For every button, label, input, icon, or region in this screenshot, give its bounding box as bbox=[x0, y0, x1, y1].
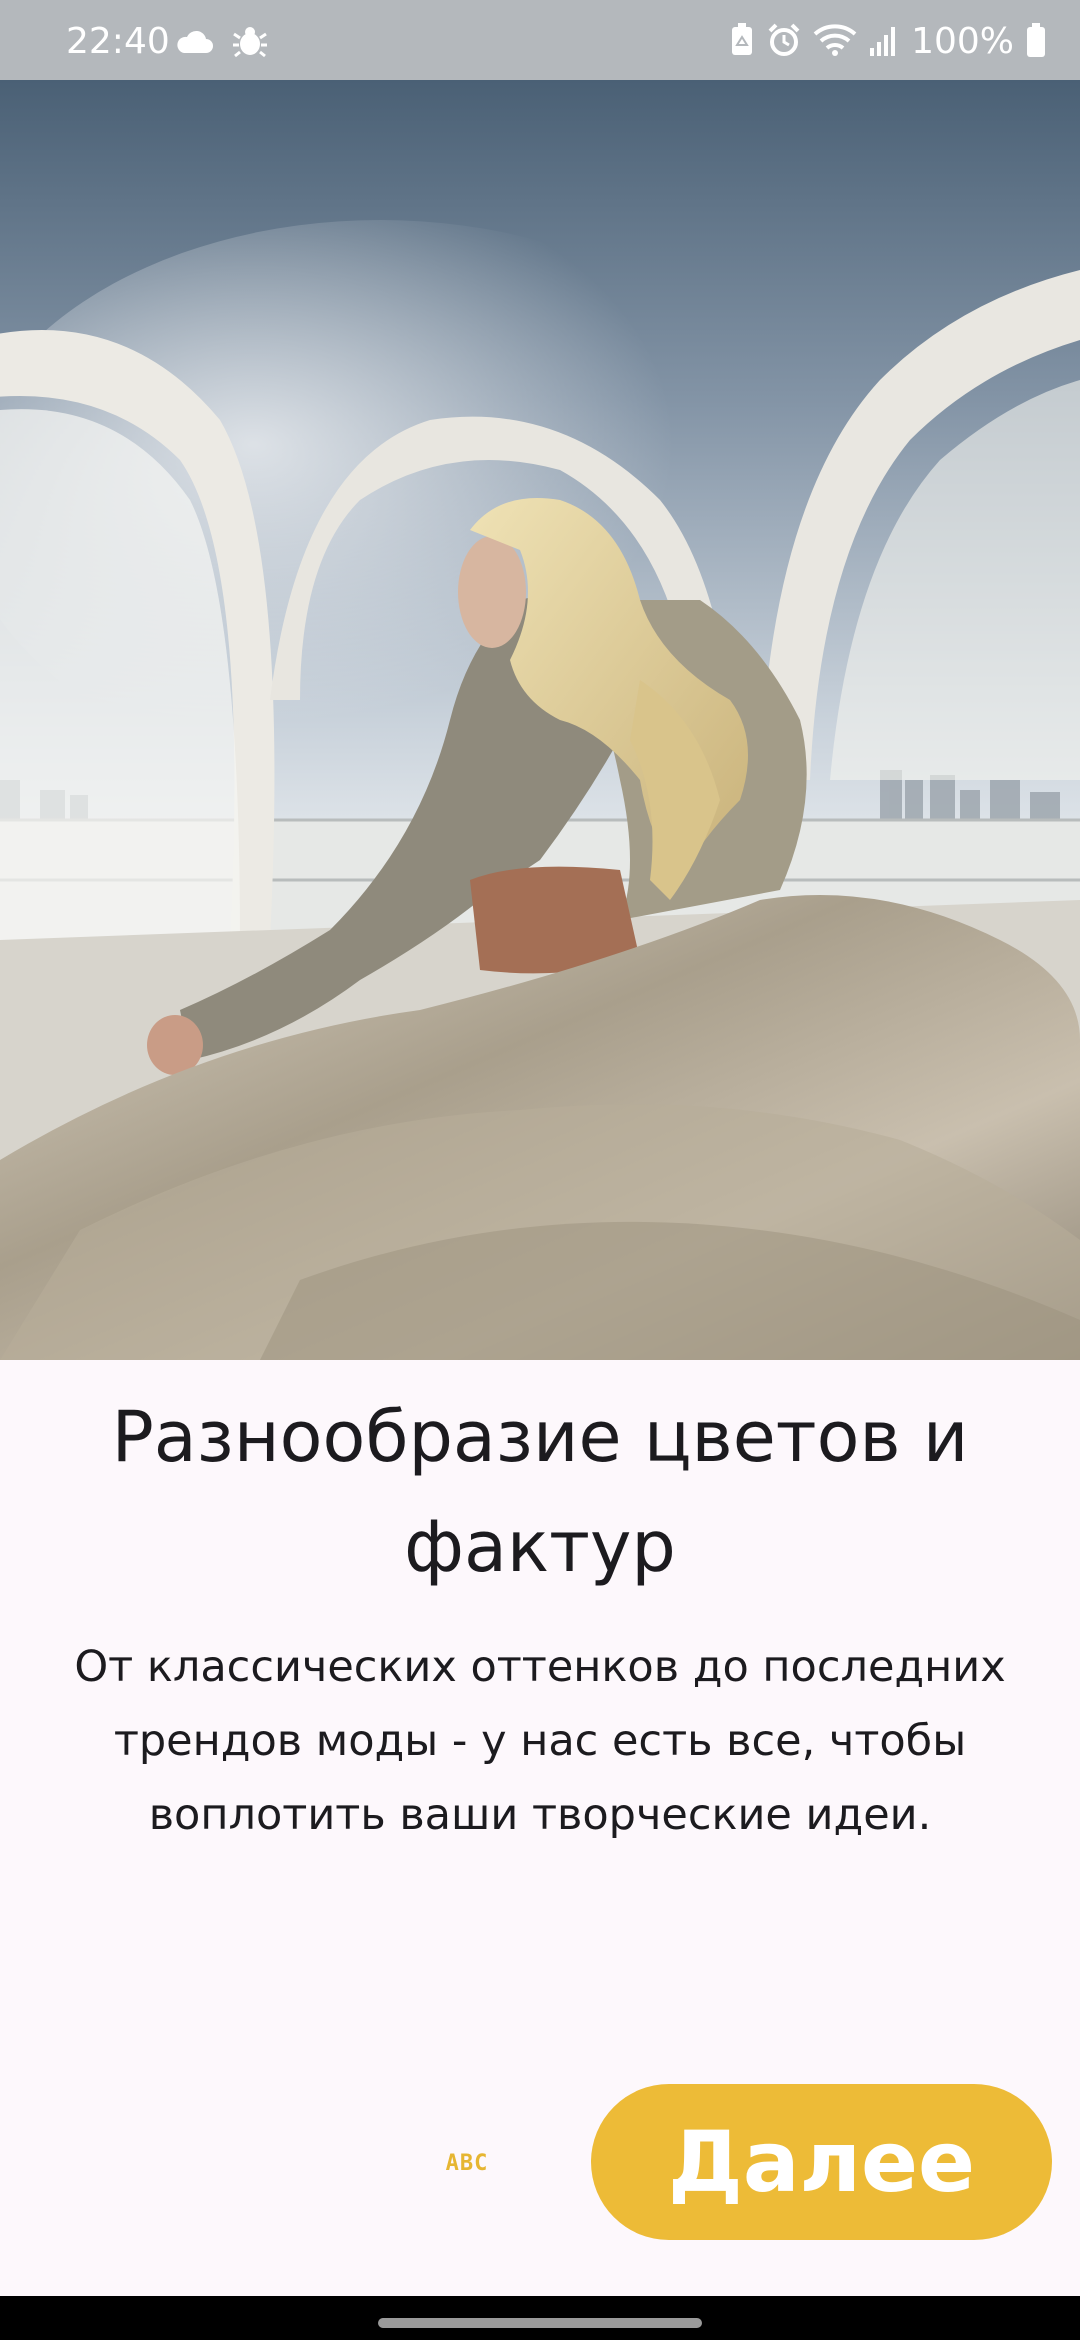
hero-image bbox=[0, 80, 1080, 1360]
onboarding-description: От классических оттенков до последних тр… bbox=[74, 1642, 1006, 1840]
skip-link[interactable]: ABC bbox=[430, 2146, 504, 2182]
signal-icon bbox=[869, 24, 899, 60]
weather-bug-icon bbox=[232, 26, 268, 62]
alarm-icon bbox=[767, 23, 801, 61]
status-left-icons bbox=[176, 26, 268, 62]
navigation-bar bbox=[0, 2296, 1080, 2340]
battery-icon bbox=[1026, 23, 1046, 61]
status-time: 22:40 bbox=[66, 21, 170, 62]
wifi-icon bbox=[813, 24, 857, 60]
next-button[interactable]: Далее bbox=[591, 2084, 1052, 2240]
battery-percent: 100% bbox=[911, 21, 1014, 62]
status-bar: 22:40 100% bbox=[0, 0, 1080, 80]
cloud-icon bbox=[176, 29, 214, 59]
recycle-battery-icon bbox=[729, 23, 755, 61]
home-gesture-handle[interactable] bbox=[378, 2318, 702, 2328]
status-right-icons: 100% bbox=[729, 22, 1046, 62]
onboarding-title: Разнообразие цветов и фактур bbox=[111, 1396, 969, 1588]
